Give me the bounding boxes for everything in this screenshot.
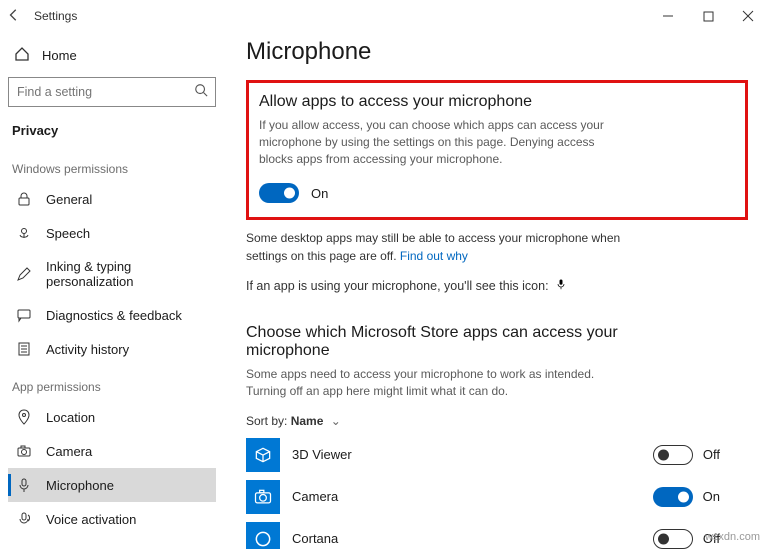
camera-icon bbox=[16, 443, 32, 459]
app-toggle-3d-viewer[interactable] bbox=[653, 445, 693, 465]
nav-inking[interactable]: Inking & typing personalization bbox=[8, 250, 216, 298]
section-header-windows: Windows permissions bbox=[8, 148, 216, 182]
nav-speech[interactable]: Speech bbox=[8, 216, 216, 250]
minimize-button[interactable] bbox=[648, 0, 688, 32]
choose-apps-description: Some apps need to access your microphone… bbox=[246, 366, 606, 400]
location-icon bbox=[16, 409, 32, 425]
app-item-cortana: Cortana Off bbox=[246, 522, 748, 549]
nav-label: Inking & typing personalization bbox=[46, 259, 208, 289]
nav-label: General bbox=[46, 192, 92, 207]
microphone-icon bbox=[16, 477, 32, 493]
allow-apps-toggle[interactable] bbox=[259, 183, 299, 203]
using-mic-note: If an app is using your microphone, you'… bbox=[246, 277, 748, 294]
allow-apps-heading: Allow apps to access your microphone bbox=[259, 93, 731, 111]
search-container bbox=[8, 77, 216, 107]
find-out-why-link[interactable]: Find out why bbox=[400, 249, 468, 263]
allow-apps-toggle-label: On bbox=[311, 186, 328, 201]
nav-camera[interactable]: Camera bbox=[8, 434, 216, 468]
sort-by-control[interactable]: Sort by: Name ⌄ bbox=[246, 414, 748, 428]
feedback-icon bbox=[16, 307, 32, 323]
nav-general[interactable]: General bbox=[8, 182, 216, 216]
app-name: 3D Viewer bbox=[292, 447, 653, 462]
window-title: Settings bbox=[34, 9, 77, 23]
pen-icon bbox=[16, 266, 32, 282]
app-toggle-label: On bbox=[703, 489, 720, 504]
page-title: Microphone bbox=[246, 38, 748, 66]
nav-label: Speech bbox=[46, 226, 90, 241]
nav-microphone[interactable]: Microphone bbox=[8, 468, 216, 502]
maximize-icon bbox=[703, 11, 714, 22]
nav-label: Voice activation bbox=[46, 512, 136, 527]
left-pane: Home Privacy Windows permissions General… bbox=[0, 32, 224, 549]
app-name: Camera bbox=[292, 489, 653, 504]
voice-icon bbox=[16, 511, 32, 527]
search-icon bbox=[194, 83, 208, 100]
choose-apps-heading: Choose which Microsoft Store apps can ac… bbox=[246, 324, 626, 360]
app-icon-3d-viewer bbox=[246, 438, 280, 472]
content-pane: Microphone Allow apps to access your mic… bbox=[224, 32, 768, 549]
microphone-indicator-icon bbox=[555, 277, 567, 294]
history-icon bbox=[16, 341, 32, 357]
close-icon bbox=[742, 10, 754, 22]
home-icon bbox=[14, 46, 30, 65]
arrow-left-icon bbox=[7, 8, 21, 22]
app-toggle-camera[interactable] bbox=[653, 487, 693, 507]
category-heading: Privacy bbox=[8, 119, 216, 148]
app-name: Cortana bbox=[292, 531, 653, 546]
sort-value: Name bbox=[291, 414, 324, 428]
search-input[interactable] bbox=[8, 77, 216, 107]
desktop-apps-note: Some desktop apps may still be able to a… bbox=[246, 230, 656, 265]
allow-apps-description: If you allow access, you can choose whic… bbox=[259, 117, 619, 167]
minimize-icon bbox=[662, 10, 674, 22]
section-header-app: App permissions bbox=[8, 366, 216, 400]
back-button[interactable] bbox=[0, 8, 28, 25]
nav-location[interactable]: Location bbox=[8, 400, 216, 434]
close-button[interactable] bbox=[728, 0, 768, 32]
home-label: Home bbox=[42, 48, 77, 63]
speech-icon bbox=[16, 225, 32, 241]
home-nav[interactable]: Home bbox=[8, 40, 216, 71]
chevron-down-icon: ⌄ bbox=[331, 414, 341, 428]
lock-icon bbox=[16, 191, 32, 207]
app-item-camera: Camera On bbox=[246, 480, 748, 514]
maximize-button[interactable] bbox=[688, 0, 728, 32]
app-toggle-cortana[interactable] bbox=[653, 529, 693, 549]
app-item-3d-viewer: 3D Viewer Off bbox=[246, 438, 748, 472]
app-icon-cortana bbox=[246, 522, 280, 549]
highlight-box: Allow apps to access your microphone If … bbox=[246, 80, 748, 220]
nav-label: Microphone bbox=[46, 478, 114, 493]
nav-label: Location bbox=[46, 410, 95, 425]
nav-voice-activation[interactable]: Voice activation bbox=[8, 502, 216, 536]
nav-activity[interactable]: Activity history bbox=[8, 332, 216, 366]
app-toggle-label: Off bbox=[703, 447, 720, 462]
nav-label: Activity history bbox=[46, 342, 129, 357]
watermark: wsxdn.com bbox=[705, 531, 760, 543]
app-icon-camera bbox=[246, 480, 280, 514]
nav-label: Diagnostics & feedback bbox=[46, 308, 182, 323]
nav-diagnostics[interactable]: Diagnostics & feedback bbox=[8, 298, 216, 332]
titlebar: Settings bbox=[0, 0, 768, 32]
nav-label: Camera bbox=[46, 444, 92, 459]
